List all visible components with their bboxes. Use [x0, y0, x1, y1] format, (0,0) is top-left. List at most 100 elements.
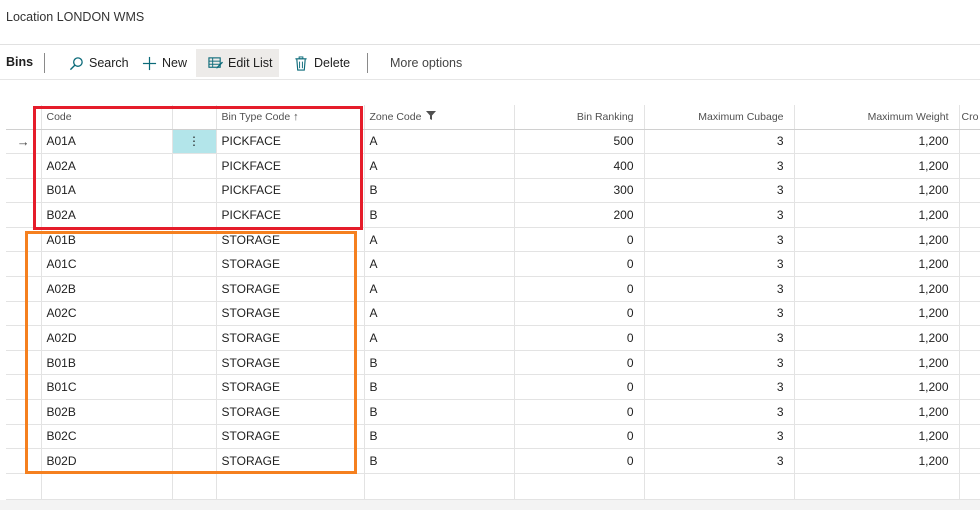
new-row[interactable]	[6, 473, 980, 500]
cell-cross-dock[interactable]	[958, 276, 980, 302]
cell-code[interactable]: B02D	[40, 448, 172, 474]
cell-zone-code[interactable]: B	[363, 178, 514, 204]
cell-maximum-cubage[interactable]: 3	[643, 178, 794, 204]
cell-cross-dock[interactable]	[958, 178, 980, 204]
row-indicator[interactable]	[6, 424, 41, 450]
cell-zone-code[interactable]: B	[363, 350, 514, 376]
cell-zone-code[interactable]: B	[363, 374, 514, 401]
cell-maximum-weight[interactable]: 1,200	[793, 276, 959, 302]
cell-maximum-weight[interactable]: 1,200	[793, 227, 959, 253]
table-row[interactable]: A01B STORAGE A 0 3 1,200	[6, 227, 980, 253]
row-menu-cell[interactable]	[171, 350, 216, 376]
cell-cross-dock[interactable]	[958, 448, 980, 474]
cell-bin-type-code[interactable]: STORAGE	[215, 301, 364, 327]
new-button[interactable]: New	[133, 49, 195, 77]
cell-bin-type-code[interactable]: STORAGE	[215, 227, 364, 253]
cell-maximum-weight[interactable]: 1,200	[793, 325, 959, 351]
table-row[interactable]: A02A PICKFACE A 400 3 1,200	[6, 153, 980, 179]
cell-cross-dock[interactable]	[958, 153, 980, 179]
cell-maximum-cubage[interactable]: 3	[643, 276, 794, 302]
cell-zone-code[interactable]: A	[363, 301, 514, 327]
row-indicator[interactable]	[6, 153, 41, 179]
column-header-bin-ranking[interactable]: Bin Ranking	[513, 105, 644, 130]
row-menu-cell[interactable]	[171, 448, 216, 474]
column-header-code[interactable]: Code	[40, 105, 172, 130]
cell-zone-code[interactable]: A	[363, 276, 514, 302]
row-indicator[interactable]	[6, 473, 41, 500]
more-options-button[interactable]: More options	[381, 49, 471, 77]
cell-maximum-weight[interactable]: 1,200	[793, 153, 959, 179]
cell-code[interactable]: A02B	[40, 276, 172, 302]
cell-code[interactable]: B01B	[40, 350, 172, 376]
cell-code[interactable]: A02D	[40, 325, 172, 351]
cell-code[interactable]: A02C	[40, 301, 172, 327]
row-menu-icon[interactable]: ⋮	[188, 134, 200, 148]
cell-bin-ranking[interactable]: 400	[513, 153, 644, 179]
cell-bin-type-code[interactable]: STORAGE	[215, 251, 364, 278]
table-row[interactable]: B01B STORAGE B 0 3 1,200	[6, 350, 980, 376]
row-indicator[interactable]	[6, 276, 41, 302]
row-indicator[interactable]	[6, 301, 41, 327]
table-row[interactable]: A02D STORAGE A 0 3 1,200	[6, 325, 980, 351]
cell-code[interactable]: B02B	[40, 399, 172, 425]
cell-maximum-cubage[interactable]: 3	[643, 374, 794, 401]
cell-bin-type-code[interactable]: PICKFACE	[215, 202, 364, 228]
cell-maximum-weight[interactable]: 1,200	[793, 424, 959, 450]
row-menu-cell[interactable]	[171, 374, 216, 401]
cell-bin-type-code[interactable]: PICKFACE	[215, 129, 364, 155]
column-header-maximum-weight[interactable]: Maximum Weight	[793, 105, 959, 130]
row-menu-cell[interactable]: ⋮	[171, 129, 216, 155]
row-menu-cell[interactable]	[171, 473, 216, 500]
cell-cross-dock[interactable]	[958, 350, 980, 376]
cell-maximum-weight[interactable]: 1,200	[793, 129, 959, 155]
table-row[interactable]: B01C STORAGE B 0 3 1,200	[6, 374, 980, 401]
cell-maximum-cubage[interactable]: 3	[643, 399, 794, 425]
cell-bin-ranking[interactable]: 0	[513, 276, 644, 302]
cell-bin-ranking[interactable]: 0	[513, 399, 644, 425]
cell-cross-dock[interactable]	[958, 129, 980, 155]
search-button[interactable]: Search	[60, 49, 137, 77]
row-menu-cell[interactable]	[171, 325, 216, 351]
cell-cross-dock[interactable]	[958, 473, 980, 500]
column-header-zone-code[interactable]: Zone Code	[363, 105, 514, 130]
cell-zone-code[interactable]: B	[363, 448, 514, 474]
cell-bin-ranking[interactable]: 0	[513, 374, 644, 401]
cell-cross-dock[interactable]	[958, 251, 980, 278]
row-indicator[interactable]	[6, 178, 41, 204]
cell-bin-type-code[interactable]: STORAGE	[215, 448, 364, 474]
cell-maximum-cubage[interactable]: 3	[643, 350, 794, 376]
row-menu-cell[interactable]	[171, 301, 216, 327]
cell-maximum-weight[interactable]: 1,200	[793, 251, 959, 278]
cell-maximum-cubage[interactable]: 3	[643, 227, 794, 253]
cell-bin-ranking[interactable]: 0	[513, 424, 644, 450]
cell-maximum-cubage[interactable]: 3	[643, 129, 794, 155]
row-indicator[interactable]	[6, 202, 41, 228]
row-menu-cell[interactable]	[171, 251, 216, 278]
cell-code[interactable]	[40, 473, 172, 500]
cell-bin-type-code[interactable]: STORAGE	[215, 424, 364, 450]
row-indicator[interactable]	[6, 374, 41, 401]
cell-cross-dock[interactable]	[958, 374, 980, 401]
table-row[interactable]: → A01A ⋮ PICKFACE A 500 3 1,200	[6, 129, 980, 155]
cell-zone-code[interactable]: B	[363, 399, 514, 425]
cell-code[interactable]: B01C	[40, 374, 172, 401]
cell-zone-code[interactable]: B	[363, 424, 514, 450]
cell-bin-ranking[interactable]: 300	[513, 178, 644, 204]
cell-cross-dock[interactable]	[958, 227, 980, 253]
cell-bin-ranking[interactable]: 200	[513, 202, 644, 228]
column-header-cross-dock[interactable]: Cro	[958, 105, 980, 130]
cell-cross-dock[interactable]	[958, 325, 980, 351]
cell-zone-code[interactable]: B	[363, 202, 514, 228]
row-indicator[interactable]	[6, 227, 41, 253]
cell-bin-ranking[interactable]: 0	[513, 251, 644, 278]
cell-code[interactable]: B02C	[40, 424, 172, 450]
cell-code[interactable]: B02A	[40, 202, 172, 228]
cell-zone-code[interactable]	[363, 473, 514, 500]
cell-maximum-cubage[interactable]: 3	[643, 153, 794, 179]
cell-bin-type-code[interactable]: STORAGE	[215, 399, 364, 425]
row-indicator[interactable]	[6, 325, 41, 351]
cell-bin-type-code[interactable]	[215, 473, 364, 500]
cell-code[interactable]: A01B	[40, 227, 172, 253]
cell-bin-ranking[interactable]: 0	[513, 448, 644, 474]
row-indicator[interactable]	[6, 350, 41, 376]
